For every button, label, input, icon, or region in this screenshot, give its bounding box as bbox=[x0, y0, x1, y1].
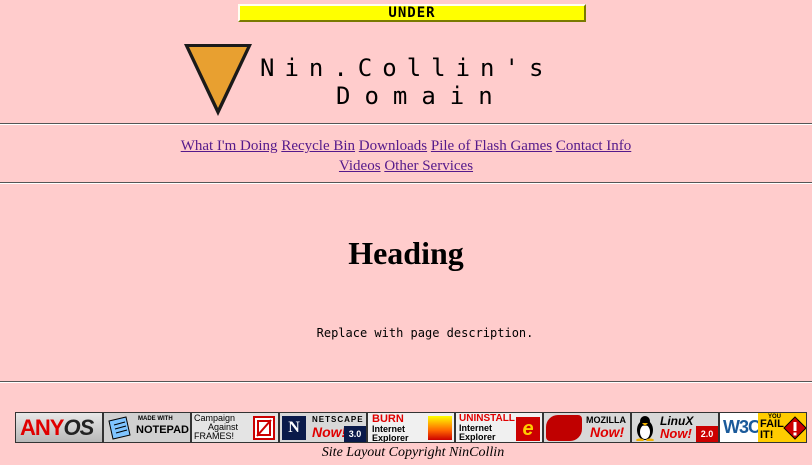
site-title-line1: Nin.Collin's bbox=[260, 54, 554, 82]
main-navigation: What I'm Doing Recycle Bin Downloads Pil… bbox=[0, 136, 812, 176]
uninstall-badge-line3: Explorer bbox=[459, 432, 496, 442]
campaign-against-frames-badge[interactable]: Campaign Against FRAMES! bbox=[191, 412, 279, 443]
netscape-now-badge[interactable]: N NETSCAPE Now! 3.0 bbox=[279, 412, 367, 443]
no-frames-icon bbox=[253, 416, 275, 440]
nav-link-contact-info[interactable]: Contact Info bbox=[556, 138, 631, 154]
w3c-logo-text: W3C bbox=[723, 417, 761, 437]
any-os-badge[interactable]: ANYOS bbox=[15, 412, 103, 443]
notepad-badge-big-text: NOTEPAD bbox=[136, 424, 189, 436]
mozilla-badge-now: Now! bbox=[590, 424, 625, 440]
mozilla-now-badge[interactable]: MOZILLA Now! bbox=[543, 412, 631, 443]
netscape-badge-label: NETSCAPE bbox=[312, 415, 364, 424]
frames-badge-line3: FRAMES! bbox=[194, 431, 235, 441]
burn-badge-line3: Explorer bbox=[372, 433, 409, 443]
burn-internet-explorer-badge[interactable]: BURN Internet Explorer bbox=[367, 412, 455, 443]
nav-link-flash-games[interactable]: Pile of Flash Games bbox=[431, 138, 552, 154]
made-with-notepad-badge[interactable]: MADE WITH NOTEPAD bbox=[103, 412, 191, 443]
site-title-line2: Domain bbox=[336, 82, 507, 110]
notepad-badge-small-text: MADE WITH bbox=[138, 416, 173, 422]
site-title: Nin.Collin's Domain bbox=[260, 54, 620, 110]
uninstall-internet-explorer-badge[interactable]: UNINSTALL Internet Explorer e bbox=[455, 412, 543, 443]
page-heading: Heading bbox=[348, 235, 464, 271]
notepad-icon bbox=[108, 416, 131, 440]
mozilla-dinosaur-icon bbox=[546, 415, 582, 441]
under-construction-text: Under bbox=[388, 5, 436, 21]
any-os-badge-any: ANY bbox=[20, 415, 64, 440]
linux-badge-now: Now! bbox=[660, 426, 692, 441]
netscape-badge-now: Now! bbox=[312, 424, 347, 440]
linux-now-badge[interactable]: LinuX Now! 2.0 bbox=[631, 412, 719, 443]
linux-badge-version: 2.0 bbox=[696, 426, 718, 442]
copyright-notice: Site Layout Copyright NinCollin bbox=[321, 445, 505, 460]
logo-triangle-icon bbox=[184, 44, 252, 116]
fire-icon bbox=[428, 416, 452, 440]
warning-icon bbox=[783, 416, 806, 440]
badge-row: ANYOS MADE WITH NOTEPAD Campaign Against… bbox=[15, 412, 807, 443]
netscape-badge-version: 3.0 bbox=[344, 426, 366, 442]
divider bbox=[0, 381, 812, 383]
nav-link-downloads[interactable]: Downloads bbox=[359, 138, 427, 154]
nav-link-other-services[interactable]: Other Services bbox=[384, 158, 473, 174]
divider bbox=[0, 123, 812, 125]
w3c-badge-it: IT! bbox=[760, 429, 774, 441]
any-os-badge-os: OS bbox=[63, 415, 94, 440]
tux-penguin-icon bbox=[636, 416, 654, 441]
page-description: Replace with page description. bbox=[316, 326, 534, 340]
divider bbox=[0, 182, 812, 184]
w3c-you-fail-it-badge[interactable]: W3C YOU FAIL IT! bbox=[719, 412, 807, 443]
nav-link-recycle-bin[interactable]: Recycle Bin bbox=[281, 138, 355, 154]
nav-link-what-im-doing[interactable]: What I'm Doing bbox=[181, 138, 278, 154]
nav-link-videos[interactable]: Videos bbox=[339, 158, 381, 174]
internet-explorer-icon: e bbox=[516, 417, 540, 441]
netscape-n-icon: N bbox=[282, 416, 306, 440]
under-construction-banner: Under bbox=[238, 4, 586, 22]
